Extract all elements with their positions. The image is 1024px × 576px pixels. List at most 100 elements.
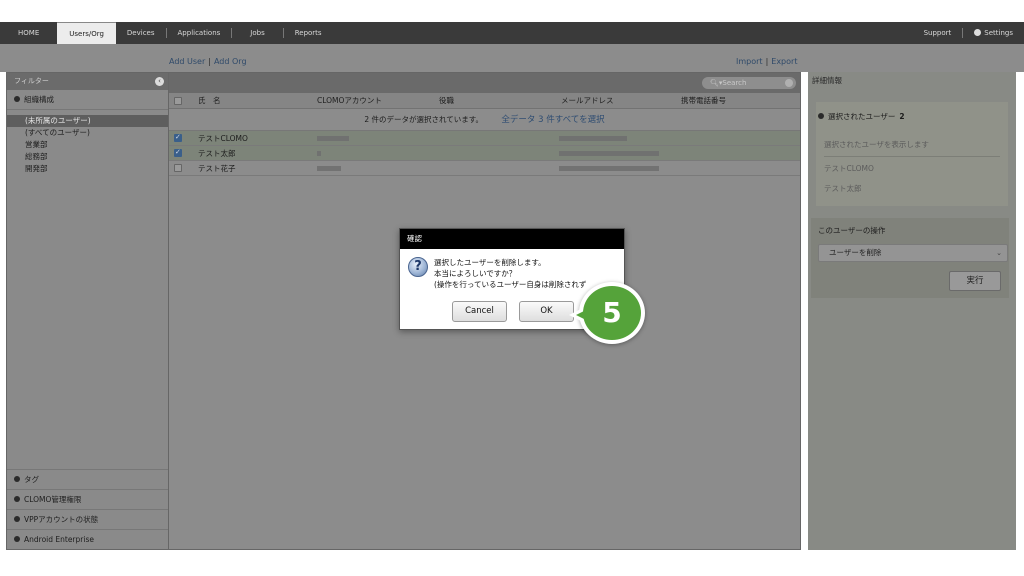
selected-users-title: 選択されたユーザー 2 (816, 102, 1008, 122)
redacted-account (317, 136, 349, 141)
expand-icon (818, 113, 824, 119)
user-operations-card: このユーザーの操作 ユーザーを削除 ⌄ 実行 (811, 218, 1009, 298)
table-toolbar: 🔍︎▾Search (169, 73, 800, 93)
chevron-down-icon: ⌄ (996, 249, 1002, 257)
tab-devices[interactable]: Devices (116, 22, 166, 44)
search-placeholder: Search (722, 79, 747, 87)
collapse-icon[interactable]: ‹ (155, 77, 164, 86)
add-user-link[interactable]: Add User (169, 57, 205, 66)
org-item-unassigned[interactable]: (未所属のユーザー) (7, 115, 168, 127)
table-row[interactable]: テスト花子 (169, 161, 800, 176)
org-section-header[interactable]: 組織構成 (7, 90, 168, 110)
top-nav: HOME Users/Org Devices Applications Jobs… (0, 22, 1024, 44)
table-row[interactable]: テスト太郎 (169, 146, 800, 161)
col-position[interactable]: 役職 (439, 93, 454, 109)
support-link[interactable]: Support (913, 22, 963, 44)
org-section-label: 組織構成 (24, 95, 54, 104)
search-input[interactable]: 🔍︎▾Search (702, 77, 796, 89)
tab-users-org[interactable]: Users/Org (57, 22, 116, 44)
tab-home[interactable]: HOME (0, 22, 57, 44)
row-checkbox[interactable] (174, 164, 182, 174)
select-all-checkbox[interactable] (174, 97, 182, 107)
import-link[interactable]: Import (736, 57, 763, 66)
operation-select-value: ユーザーを削除 (829, 248, 882, 257)
import-export-links: Import | Export (736, 57, 797, 66)
checkbox[interactable] (174, 164, 182, 172)
tab-applications[interactable]: Applications (167, 22, 232, 44)
org-item-all[interactable]: (すべてのユーザー) (7, 127, 168, 139)
select-all-link[interactable]: 全データ 3 件すべてを選択 (501, 115, 604, 125)
link-separator: | (208, 57, 211, 66)
run-button[interactable]: 実行 (949, 271, 1001, 291)
action-links-bar (0, 44, 1024, 72)
checkbox[interactable] (174, 97, 182, 105)
row-checkbox[interactable] (174, 148, 182, 159)
details-header: 詳細情報 (812, 76, 842, 85)
ok-button[interactable]: OK (519, 301, 574, 322)
org-item-general-affairs[interactable]: 総務部 (7, 151, 168, 163)
selected-users-count: 2 (899, 112, 905, 121)
org-item-sales[interactable]: 営業部 (7, 139, 168, 151)
filter-header: フィルター ‹ (7, 73, 168, 90)
gear-icon (974, 29, 982, 36)
col-mobile[interactable]: 携帯電話番号 (681, 93, 726, 109)
user-name: テスト花子 (198, 164, 236, 173)
table-row[interactable]: テストCLOMO (169, 131, 800, 146)
cancel-button[interactable]: Cancel (452, 301, 507, 322)
org-item-development[interactable]: 開発部 (7, 163, 168, 175)
user-name: テストCLOMO (198, 134, 248, 143)
dialog-title: 確認 (400, 229, 624, 249)
vpp-section-label: VPPアカウントの状態 (24, 515, 99, 524)
question-icon: ? (408, 257, 428, 277)
row-checkbox[interactable] (174, 133, 182, 144)
dialog-message-line: (操作を行っているユーザー自身は削除されず (434, 280, 587, 289)
nav-right: Support Settings (913, 22, 1024, 44)
add-org-link[interactable]: Add Org (214, 57, 247, 66)
tab-jobs[interactable]: Jobs (232, 22, 282, 44)
redacted-email (559, 166, 659, 171)
expand-icon (14, 96, 20, 102)
col-name[interactable]: 氏 名 (198, 93, 221, 109)
col-clomo-account[interactable]: CLOMOアカウント (317, 93, 382, 109)
app-window: HOME Users/Org Devices Applications Jobs… (0, 0, 1024, 576)
export-link[interactable]: Export (771, 57, 797, 66)
selection-count-text: 2 件のデータが選択されています。 (364, 115, 484, 124)
filter-panel: フィルター ‹ 組織構成 (未所属のユーザー) (すべてのユーザー) 営業部 総… (6, 72, 169, 550)
vpp-section-header[interactable]: VPPアカウントの状態 (7, 509, 168, 529)
table-header: 氏 名 CLOMOアカウント 役職 メールアドレス 携帯電話番号 (169, 93, 800, 109)
link-separator: | (765, 57, 769, 66)
selected-users-label: 選択されたユーザー (828, 112, 896, 121)
clomo-permission-label: CLOMO管理権限 (24, 495, 82, 504)
redacted-email (559, 151, 659, 156)
details-panel: 詳細情報 選択されたユーザー 2 選択されたユーザを表示します テストCLOMO … (808, 72, 1016, 550)
settings-link[interactable]: Settings (963, 22, 1024, 44)
selected-user-item: テスト太郎 (824, 184, 862, 193)
checkbox[interactable] (174, 148, 182, 157)
checkbox[interactable] (174, 133, 182, 142)
show-selected-users-link[interactable]: 選択されたユーザを表示します (816, 139, 1008, 150)
tab-reports[interactable]: Reports (284, 22, 333, 44)
android-enterprise-section-header[interactable]: Android Enterprise (7, 529, 168, 549)
operation-select[interactable]: ユーザーを削除 ⌄ (818, 244, 1008, 262)
expand-icon (14, 516, 20, 522)
settings-label: Settings (984, 29, 1013, 37)
dialog-message: 選択したユーザーを削除します。 本当によろしいですか？ (操作を行っているユーザ… (434, 257, 586, 290)
clear-search-icon[interactable] (785, 79, 793, 87)
user-operations-title: このユーザーの操作 (818, 226, 886, 235)
selection-info: 2 件のデータが選択されています。 全データ 3 件すべてを選択 (169, 109, 800, 131)
expand-icon (14, 496, 20, 502)
clomo-permission-section-header[interactable]: CLOMO管理権限 (7, 489, 168, 509)
org-list: (未所属のユーザー) (すべてのユーザー) 営業部 総務部 開発部 (7, 110, 168, 175)
tag-section-label: タグ (24, 475, 39, 484)
dialog-message-line: 本当によろしいですか？ (434, 269, 517, 278)
user-name: テスト太郎 (198, 149, 236, 158)
selected-users-card: 選択されたユーザー 2 選択されたユーザを表示します テストCLOMO テスト太郎 (816, 102, 1008, 206)
filter-bottom-sections: タグ CLOMO管理権限 VPPアカウントの状態 Android Enterpr… (7, 469, 168, 549)
tag-section-header[interactable]: タグ (7, 469, 168, 489)
android-enterprise-label: Android Enterprise (24, 535, 94, 544)
dialog-message-line: 選択したユーザーを削除します。 (434, 258, 546, 267)
selected-user-item: テストCLOMO (824, 164, 874, 173)
redacted-email (559, 136, 627, 141)
filter-title: フィルター (14, 77, 49, 85)
col-email[interactable]: メールアドレス (561, 93, 614, 109)
